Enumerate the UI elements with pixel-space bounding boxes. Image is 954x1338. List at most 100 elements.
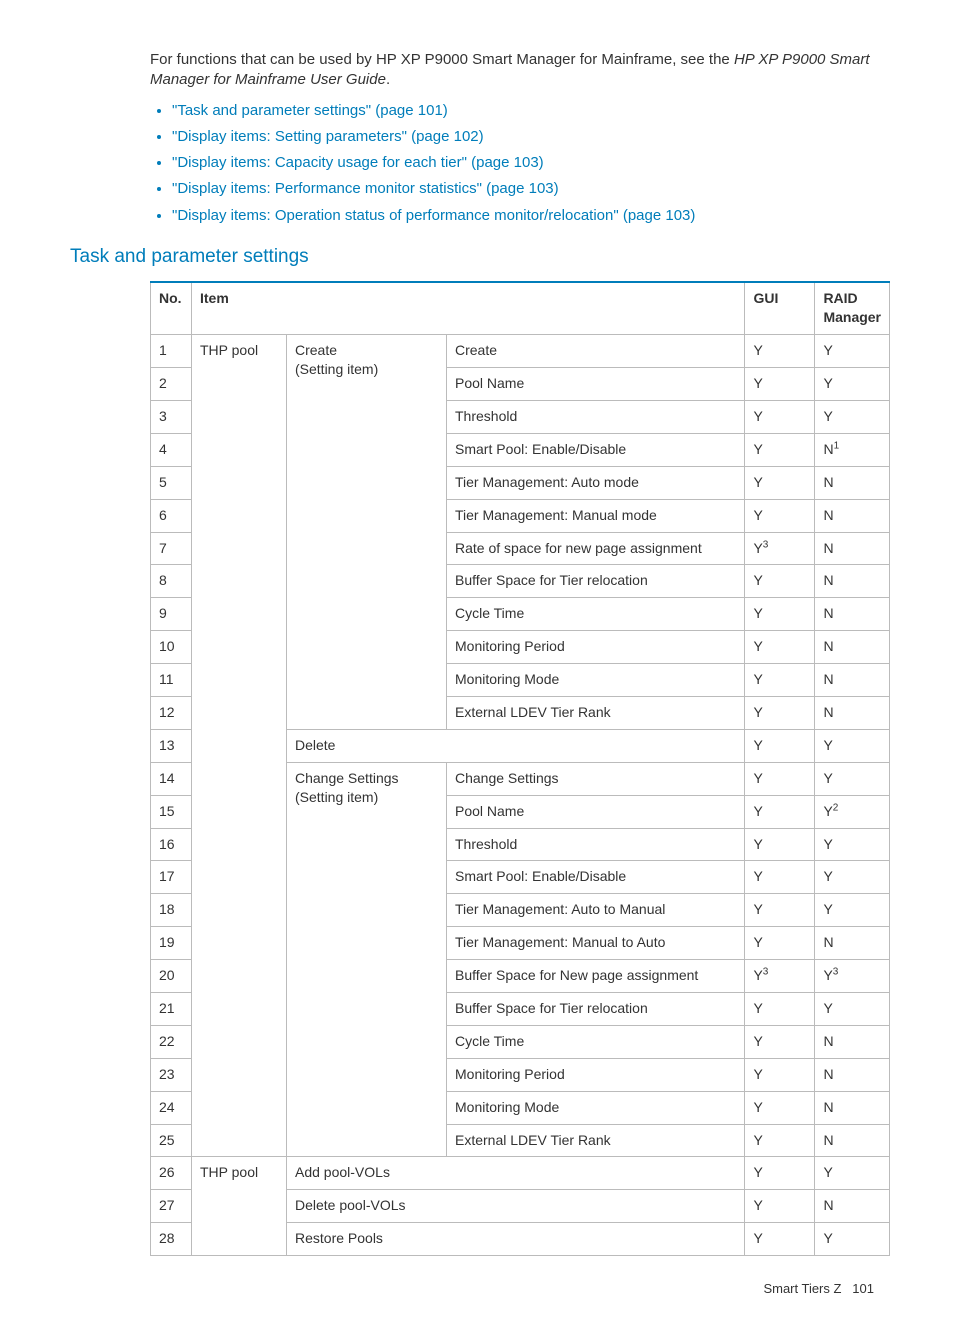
cell-no: 1 [151,335,192,368]
cell-gui: Y [745,1025,815,1058]
cell-no: 13 [151,729,192,762]
toc-item[interactable]: "Display items: Setting parameters" (pag… [172,127,884,147]
table-header-row: No. Item GUI RAID Manager [151,282,890,334]
cell-item-detail: Tier Management: Auto mode [447,466,745,499]
col-item: Item [192,282,745,334]
cell-no: 26 [151,1157,192,1190]
cell-no: 3 [151,400,192,433]
intro-text-2: . [386,71,390,88]
cell-gui: Y [745,1190,815,1223]
cell-item-detail: Tier Management: Manual mode [447,499,745,532]
cell-item-detail: Cycle Time [447,598,745,631]
cell-gui: Y [745,1058,815,1091]
toc-list: "Task and parameter settings" (page 101)… [150,101,884,226]
col-no: No. [151,282,192,334]
cell-raid: N [815,565,890,598]
cell-raid: N [815,1058,890,1091]
toc-item[interactable]: "Task and parameter settings" (page 101) [172,101,884,121]
cell-no: 5 [151,466,192,499]
cell-item-detail: Create [447,335,745,368]
cell-gui: Y [745,1091,815,1124]
cell-no: 2 [151,368,192,401]
footer-label: Smart Tiers Z [763,1281,841,1296]
cell-no: 15 [151,795,192,828]
cell-gui: Y [745,729,815,762]
cell-item-sub: Change Settings(Setting item) [287,762,447,1157]
toc-item[interactable]: "Display items: Performance monitor stat… [172,179,884,199]
cell-raid: Y3 [815,960,890,993]
cell-item-detail: Monitoring Mode [447,664,745,697]
cell-gui: Y [745,1223,815,1256]
cell-no: 20 [151,960,192,993]
cell-raid: Y [815,729,890,762]
cell-raid: Y [815,368,890,401]
section-heading: Task and parameter settings [70,244,884,270]
cell-raid: N [815,664,890,697]
cell-gui: Y [745,565,815,598]
toc-item[interactable]: "Display items: Capacity usage for each … [172,153,884,173]
cell-raid: N [815,631,890,664]
intro-paragraph: For functions that can be used by HP XP … [150,50,884,91]
toc-item[interactable]: "Display items: Operation status of perf… [172,206,884,226]
cell-no: 10 [151,631,192,664]
cell-raid: N [815,1124,890,1157]
cell-raid: Y [815,828,890,861]
cell-no: 21 [151,992,192,1025]
cell-no: 22 [151,1025,192,1058]
cell-item-detail: Smart Pool: Enable/Disable [447,433,745,466]
cell-raid: Y2 [815,795,890,828]
cell-no: 27 [151,1190,192,1223]
cell-raid: N [815,696,890,729]
cell-item-detail: Smart Pool: Enable/Disable [447,861,745,894]
cell-no: 9 [151,598,192,631]
intro-text-1: For functions that can be used by HP XP … [150,51,734,68]
page-footer: Smart Tiers Z 101 [70,1280,874,1298]
cell-raid: N [815,499,890,532]
col-gui: GUI [745,282,815,334]
cell-gui: Y [745,664,815,697]
cell-raid: N [815,1091,890,1124]
cell-raid: Y [815,335,890,368]
cell-no: 12 [151,696,192,729]
cell-no: 7 [151,532,192,565]
cell-gui: Y3 [745,532,815,565]
cell-gui: Y [745,992,815,1025]
cell-gui: Y [745,762,815,795]
cell-item-sub: Delete [287,729,745,762]
cell-no: 18 [151,894,192,927]
cell-item-detail: Cycle Time [447,1025,745,1058]
cell-raid: Y [815,1157,890,1190]
cell-item-detail: Tier Management: Manual to Auto [447,927,745,960]
cell-raid: Y [815,1223,890,1256]
cell-no: 14 [151,762,192,795]
table-row: 26THP poolAdd pool-VOLsYY [151,1157,890,1190]
cell-no: 4 [151,433,192,466]
cell-no: 16 [151,828,192,861]
cell-item-detail: External LDEV Tier Rank [447,1124,745,1157]
footer-page: 101 [852,1281,874,1296]
cell-raid: Y [815,861,890,894]
cell-gui: Y [745,894,815,927]
cell-gui: Y [745,828,815,861]
cell-item-detail: Rate of space for new page assignment [447,532,745,565]
cell-item-group: THP pool [192,1157,287,1256]
cell-gui: Y [745,499,815,532]
cell-raid: N [815,1025,890,1058]
cell-item-sub: Restore Pools [287,1223,745,1256]
cell-item-detail: Pool Name [447,368,745,401]
cell-item-detail: Buffer Space for Tier relocation [447,992,745,1025]
cell-gui: Y [745,696,815,729]
cell-raid: Y [815,894,890,927]
cell-item-detail: Change Settings [447,762,745,795]
cell-item-detail: Threshold [447,400,745,433]
cell-no: 25 [151,1124,192,1157]
settings-table: No. Item GUI RAID Manager 1 THP pool Creat… [150,281,890,1256]
cell-item-detail: Buffer Space for New page assignment [447,960,745,993]
cell-raid: N1 [815,433,890,466]
cell-gui: Y [745,466,815,499]
cell-raid: N [815,1190,890,1223]
cell-raid: Y [815,992,890,1025]
cell-no: 8 [151,565,192,598]
cell-gui: Y [745,631,815,664]
cell-gui: Y [745,400,815,433]
